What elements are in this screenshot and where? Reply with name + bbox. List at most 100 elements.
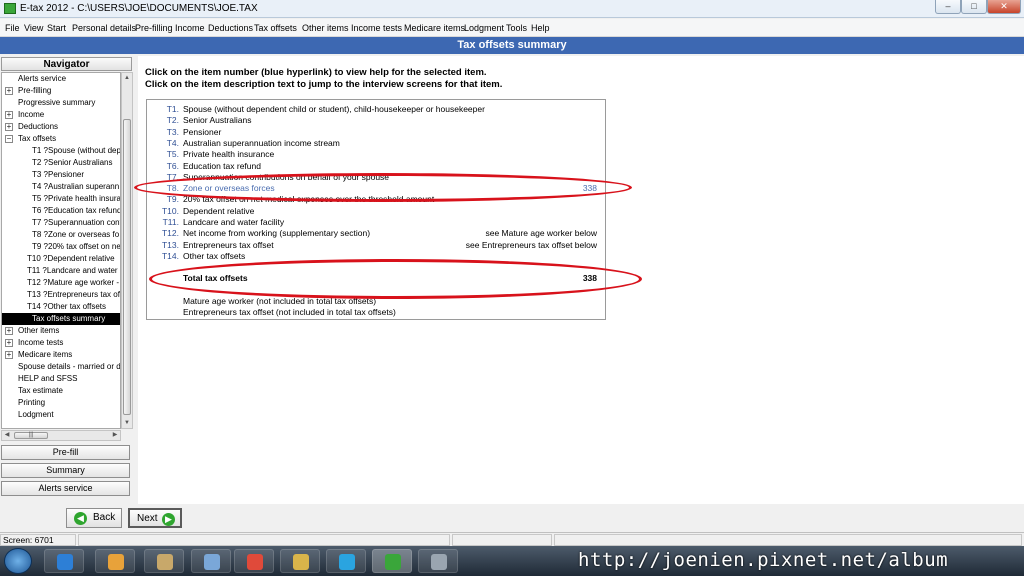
- offset-description-link[interactable]: Other tax offsets: [183, 251, 245, 262]
- offset-code-link[interactable]: T5.: [167, 149, 179, 160]
- offset-code-link[interactable]: T12.: [162, 228, 179, 239]
- menu-start[interactable]: Start: [47, 23, 66, 33]
- menu-income[interactable]: Income: [175, 23, 205, 33]
- menu-lodgment[interactable]: Lodgment: [464, 23, 504, 33]
- nav-item-printing[interactable]: Printing: [2, 397, 120, 409]
- offset-code-link[interactable]: T8.: [167, 183, 179, 194]
- nav-item-t14-other-tax-offsets[interactable]: T14 ?Other tax offsets: [2, 301, 120, 313]
- scroll-left-icon[interactable]: ◀: [2, 431, 12, 440]
- offset-description-link[interactable]: Senior Australians: [183, 115, 252, 126]
- taskbar-chrome-icon[interactable]: [234, 549, 274, 573]
- summary-button[interactable]: Summary: [1, 463, 130, 478]
- navigator-vertical-scrollbar[interactable]: ▲ ▼: [121, 72, 133, 429]
- menu-tax-offsets[interactable]: Tax offsets: [254, 23, 297, 33]
- taskbar-internet-explorer-icon[interactable]: [44, 549, 84, 573]
- minimize-button[interactable]: –: [935, 0, 961, 14]
- scroll-down-icon[interactable]: ▼: [122, 418, 132, 428]
- offset-description-link[interactable]: Entrepreneurs tax offset: [183, 240, 274, 251]
- nav-item-income[interactable]: + Income: [2, 109, 120, 121]
- taskbar-e-tax-icon[interactable]: [372, 549, 412, 573]
- offset-description-link[interactable]: Dependent relative: [183, 206, 254, 217]
- offset-code-link[interactable]: T6.: [167, 161, 179, 172]
- menu-deductions[interactable]: Deductions: [208, 23, 253, 33]
- nav-item-deductions[interactable]: + Deductions: [2, 121, 120, 133]
- nav-item-t5-private-health-insura[interactable]: T5 ?Private health insura: [2, 193, 120, 205]
- menu-income-tests[interactable]: Income tests: [351, 23, 402, 33]
- nav-item-t6-education-tax-refund[interactable]: T6 ?Education tax refund: [2, 205, 120, 217]
- nav-item-help-and-sfss[interactable]: HELP and SFSS: [2, 373, 120, 385]
- nav-item-tax-offsets[interactable]: − Tax offsets: [2, 133, 120, 145]
- nav-item-t8-zone-or-overseas-fo[interactable]: T8 ?Zone or overseas fo: [2, 229, 120, 241]
- nav-item-alerts-service[interactable]: Alerts service: [2, 73, 120, 85]
- close-button[interactable]: ✕: [987, 0, 1021, 14]
- menu-tools[interactable]: Tools: [506, 23, 527, 33]
- nav-item-t11-landcare-and-water[interactable]: T11 ?Landcare and water: [2, 265, 120, 277]
- next-button[interactable]: Next ▶: [128, 508, 182, 528]
- taskbar-media-player-icon[interactable]: [95, 549, 135, 573]
- footnote-text[interactable]: Entrepreneurs tax offset (not included i…: [183, 307, 396, 318]
- menu-pre-filling[interactable]: Pre-filling: [135, 23, 173, 33]
- expand-toggle-icon[interactable]: +: [5, 339, 13, 347]
- offset-code-link[interactable]: T14.: [162, 251, 179, 262]
- expand-toggle-icon[interactable]: +: [5, 123, 13, 131]
- offset-code-link[interactable]: T3.: [167, 127, 179, 138]
- nav-item-t12-mature-age-worker[interactable]: T12 ?Mature age worker -: [2, 277, 120, 289]
- offset-description-link[interactable]: Pensioner: [183, 127, 221, 138]
- expand-toggle-icon[interactable]: +: [5, 111, 13, 119]
- expand-toggle-icon[interactable]: −: [5, 135, 13, 143]
- nav-item-tax-offsets-summary[interactable]: Tax offsets summary: [2, 313, 120, 325]
- start-button[interactable]: [4, 548, 32, 574]
- offset-code-link[interactable]: T2.: [167, 115, 179, 126]
- expand-toggle-icon[interactable]: +: [5, 351, 13, 359]
- menu-file[interactable]: File: [5, 23, 20, 33]
- taskbar-explorer-icon[interactable]: [144, 549, 184, 573]
- offset-code-link[interactable]: T1.: [167, 104, 179, 115]
- navigator-horizontal-scrollbar[interactable]: ◀ ||| ▶: [1, 430, 121, 441]
- offset-description-link[interactable]: Net income from working (supplementary s…: [183, 228, 370, 239]
- scroll-thumb-horizontal[interactable]: |||: [14, 432, 48, 439]
- menu-personal-details[interactable]: Personal details: [72, 23, 136, 33]
- taskbar-utility-icon[interactable]: [191, 549, 231, 573]
- scroll-thumb[interactable]: [123, 119, 131, 415]
- nav-item-progressive-summary[interactable]: Progressive summary: [2, 97, 120, 109]
- offset-description-link[interactable]: 20% tax offset on net medical expenses o…: [183, 194, 434, 205]
- offset-description-link[interactable]: Superannuation contributions on behalf o…: [183, 172, 389, 183]
- nav-item-medicare-items[interactable]: + Medicare items: [2, 349, 120, 361]
- scroll-right-icon[interactable]: ▶: [110, 431, 120, 440]
- prefill-button[interactable]: Pre-fill: [1, 445, 130, 460]
- footnote-text[interactable]: Mature age worker (not included in total…: [183, 296, 376, 307]
- menu-view[interactable]: View: [24, 23, 43, 33]
- nav-item-lodgment[interactable]: Lodgment: [2, 409, 120, 421]
- offset-code-link[interactable]: T9.: [167, 194, 179, 205]
- offset-description-link[interactable]: Private health insurance: [183, 149, 274, 160]
- maximize-button[interactable]: □: [961, 0, 987, 14]
- taskbar-skype-icon[interactable]: [326, 549, 366, 573]
- offset-description-link[interactable]: Zone or overseas forces: [183, 183, 275, 194]
- nav-item-t10-dependent-relative[interactable]: T10 ?Dependent relative: [2, 253, 120, 265]
- offset-description-link[interactable]: Education tax refund: [183, 161, 261, 172]
- nav-item-t1-spouse-without-dep[interactable]: T1 ?Spouse (without dep: [2, 145, 120, 157]
- menu-medicare-items[interactable]: Medicare items: [404, 23, 465, 33]
- nav-item-spouse-details-married-or-d[interactable]: Spouse details - married or d: [2, 361, 120, 373]
- expand-toggle-icon[interactable]: +: [5, 87, 13, 95]
- nav-item-other-items[interactable]: + Other items: [2, 325, 120, 337]
- offset-description-link[interactable]: Landcare and water facility: [183, 217, 284, 228]
- alerts-service-button[interactable]: Alerts service: [1, 481, 130, 496]
- offset-description-link[interactable]: Australian superannuation income stream: [183, 138, 340, 149]
- taskbar-folder-icon[interactable]: [280, 549, 320, 573]
- offset-code-link[interactable]: T11.: [163, 217, 179, 228]
- offset-description-link[interactable]: Spouse (without dependent child or stude…: [183, 104, 485, 115]
- offset-code-link[interactable]: T13.: [162, 240, 179, 251]
- nav-item-t9-20-tax-offset-on-ne[interactable]: T9 ?20% tax offset on ne: [2, 241, 120, 253]
- offset-code-link[interactable]: T10.: [162, 206, 179, 217]
- nav-item-t3-pensioner[interactable]: T3 ?Pensioner: [2, 169, 120, 181]
- nav-item-t7-superannuation-cont[interactable]: T7 ?Superannuation cont: [2, 217, 120, 229]
- taskbar-other-icon[interactable]: [418, 549, 458, 573]
- scroll-up-icon[interactable]: ▲: [122, 73, 132, 83]
- nav-item-income-tests[interactable]: + Income tests: [2, 337, 120, 349]
- nav-item-tax-estimate[interactable]: Tax estimate: [2, 385, 120, 397]
- offset-code-link[interactable]: T7.: [167, 172, 179, 183]
- nav-item-pre-filling[interactable]: + Pre-filling: [2, 85, 120, 97]
- menu-other-items[interactable]: Other items: [302, 23, 349, 33]
- expand-toggle-icon[interactable]: +: [5, 327, 13, 335]
